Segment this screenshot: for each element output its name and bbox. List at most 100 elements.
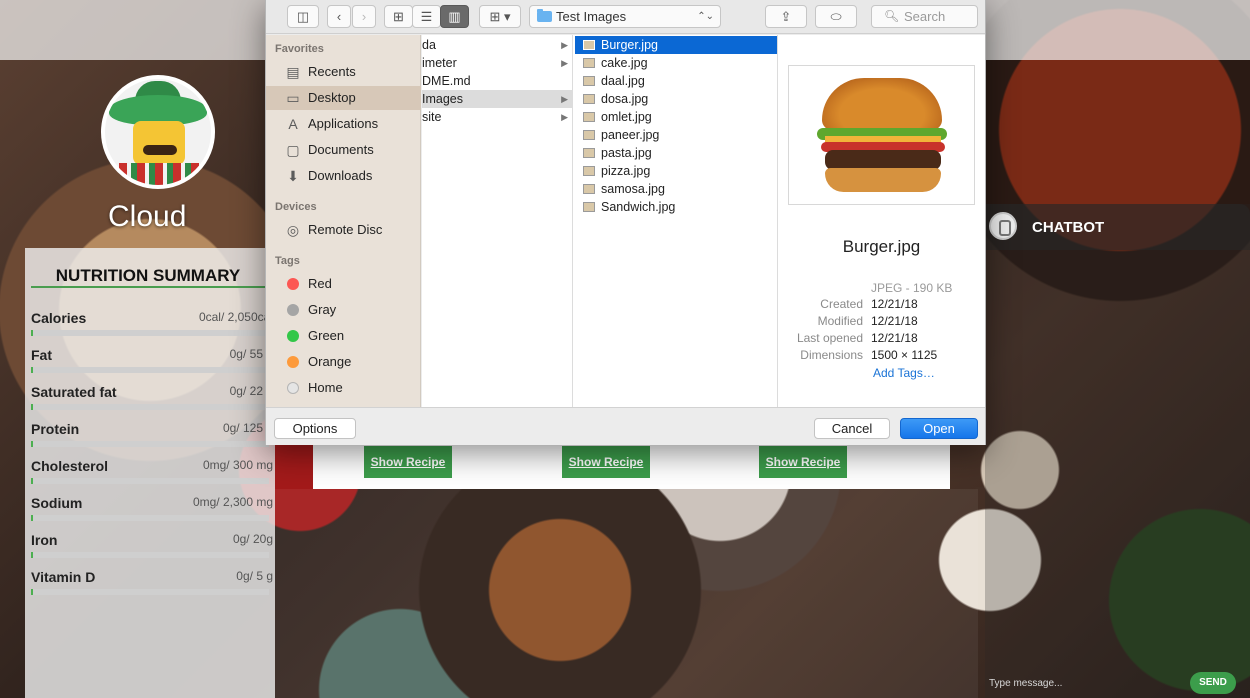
column-view-button[interactable]: ▥	[440, 5, 469, 28]
group-button[interactable]: ⊞ ▾	[479, 5, 521, 28]
show-recipe-button[interactable]: Show Recipe	[562, 446, 650, 478]
preview-detail-row: Modified 12/21/18	[778, 314, 985, 331]
cancel-button[interactable]: Cancel	[814, 418, 890, 439]
location-popup[interactable]: Test Images ⌃⌄	[529, 5, 721, 28]
chevron-right-icon: ›	[361, 9, 367, 24]
sidebar-toggle-icon: ◫	[296, 9, 310, 24]
file-item-label: Sandwich.jpg	[601, 200, 676, 214]
image-file-icon	[583, 40, 595, 50]
nutrient-label: Iron	[31, 532, 58, 548]
recipes-panel	[275, 489, 978, 698]
chat-input-bar: Type message... SEND	[985, 670, 1250, 698]
forward-button[interactable]: ›	[352, 5, 376, 28]
file-item[interactable]: Burger.jpg	[575, 36, 777, 54]
nutrient-progress-fill	[31, 404, 34, 410]
nutrient-progress-fill	[31, 367, 34, 373]
nutrient-row: Calories 0cal/ 2,050cal	[31, 310, 275, 340]
share-button[interactable]: ⇪	[765, 5, 807, 28]
icon-view-button[interactable]: ⊞	[384, 5, 413, 28]
open-button[interactable]: Open	[900, 418, 978, 439]
sidebar-item-remote-disc[interactable]: ◎ Remote Disc	[266, 218, 421, 242]
avatar-face	[133, 121, 185, 165]
send-button[interactable]: SEND	[1190, 672, 1236, 694]
sidebar-item-recents[interactable]: ▤ Recents	[266, 60, 421, 84]
sidebar-item-label: Applications	[308, 116, 379, 131]
nutrient-label: Saturated fat	[31, 384, 117, 400]
disclosure-arrow-icon: ▶	[561, 94, 568, 104]
file-item[interactable]: cake.jpg	[575, 54, 777, 72]
chatbot-header: CHATBOT	[985, 204, 1250, 250]
sidebar-item-applications[interactable]: A Applications	[266, 112, 421, 136]
image-file-icon	[583, 148, 595, 158]
sidebar-tag-home[interactable]: Home	[266, 376, 421, 400]
add-tags-link[interactable]: Add Tags…	[873, 366, 935, 380]
sidebar-toggle-button[interactable]: ◫	[287, 5, 319, 28]
nutrient-value: 0g/ 20g	[232, 532, 273, 546]
nutrient-row: Saturated fat 0g/ 22 g	[31, 384, 275, 414]
search-field[interactable]: 🔍︎ Search	[871, 5, 978, 28]
preview-detail-row: Dimensions 1500 × 1125	[778, 348, 985, 365]
back-button[interactable]: ‹	[327, 5, 351, 28]
column-item-label: DME.md	[422, 74, 471, 88]
nutrition-title: NUTRITION SUMMARY	[31, 266, 265, 288]
preview-detail-key: Dimensions	[800, 348, 863, 362]
sidebar-tag-green[interactable]: Green	[266, 324, 421, 348]
location-label: Test Images	[556, 9, 627, 24]
image-file-icon	[583, 76, 595, 86]
file-item-label: daal.jpg	[601, 74, 645, 88]
column-item[interactable]: Images ▶	[422, 90, 572, 108]
nutrient-progress-bar	[31, 589, 269, 595]
downloads-icon: ⬇	[287, 168, 299, 184]
tags-heading: Tags	[275, 255, 300, 267]
recents-icon: ▤	[286, 64, 300, 80]
file-item[interactable]: daal.jpg	[575, 72, 777, 90]
column-item[interactable]: da ▶	[422, 36, 572, 54]
nutrient-progress-fill	[31, 330, 34, 336]
column-item-label: imeter	[422, 56, 457, 70]
burger-bun-top	[822, 78, 942, 130]
file-item[interactable]: dosa.jpg	[575, 90, 777, 108]
column-item-label: Images	[422, 92, 463, 106]
dialog-footer: Options Cancel Open	[266, 407, 985, 445]
tag-button[interactable]: ⬭	[815, 5, 857, 28]
show-recipe-button[interactable]: Show Recipe	[759, 446, 847, 478]
sidebar-tag-orange[interactable]: Orange	[266, 350, 421, 374]
open-file-dialog: ◫ ‹ › ⊞ ☰ ▥ ⊞ ▾ Test Images ⌃⌄ ⇪ ⬭ 🔍︎ Se…	[265, 0, 986, 445]
sidebar-tag-label: Red	[308, 276, 332, 291]
sidebar-item-documents[interactable]: ▢ Documents	[266, 138, 421, 162]
file-item[interactable]: omlet.jpg	[575, 108, 777, 126]
preview-thumbnail	[788, 65, 975, 205]
preview-detail-value: 12/21/18	[871, 331, 918, 345]
show-recipe-button[interactable]: Show Recipe	[364, 446, 452, 478]
image-file-icon	[583, 58, 595, 68]
sidebar-item-downloads[interactable]: ⬇ Downloads	[266, 164, 421, 188]
sidebar-tag-red[interactable]: Red	[266, 272, 421, 296]
column-item[interactable]: DME.md	[422, 72, 572, 90]
disclosure-arrow-icon: ▶	[561, 112, 568, 122]
group-icon: ⊞ ▾	[489, 9, 511, 24]
file-item[interactable]: paneer.jpg	[575, 126, 777, 144]
preview-detail-key: Created	[820, 297, 863, 311]
sidebar-tag-label: Orange	[308, 354, 352, 369]
file-item-label: Burger.jpg	[601, 38, 658, 52]
list-view-button[interactable]: ☰	[412, 5, 441, 28]
column-item[interactable]: site ▶	[422, 108, 572, 126]
file-item[interactable]: pizza.jpg	[575, 162, 777, 180]
burger-patty	[825, 150, 941, 170]
nutrient-label: Fat	[31, 347, 52, 363]
file-item-label: dosa.jpg	[601, 92, 649, 106]
sidebar-tag-gray[interactable]: Gray	[266, 298, 421, 322]
chat-message-input[interactable]: Type message...	[989, 678, 1062, 689]
file-item[interactable]: Sandwich.jpg	[575, 198, 777, 216]
nutrient-value: 0g/ 5 g	[236, 569, 273, 583]
sidebar-item-desktop[interactable]: ▭ Desktop	[266, 86, 421, 110]
column-view-icon: ▥	[448, 9, 461, 24]
recipe-actions-strip: Show Recipe Show Recipe Show Recipe	[313, 444, 950, 489]
options-button[interactable]: Options	[274, 418, 356, 439]
file-item[interactable]: pasta.jpg	[575, 144, 777, 162]
image-file-icon	[583, 94, 595, 104]
file-item[interactable]: samosa.jpg	[575, 180, 777, 198]
column-item[interactable]: imeter ▶	[422, 54, 572, 72]
sidebar-tag-label: Home	[308, 380, 343, 395]
nutrient-progress-bar	[31, 367, 269, 373]
